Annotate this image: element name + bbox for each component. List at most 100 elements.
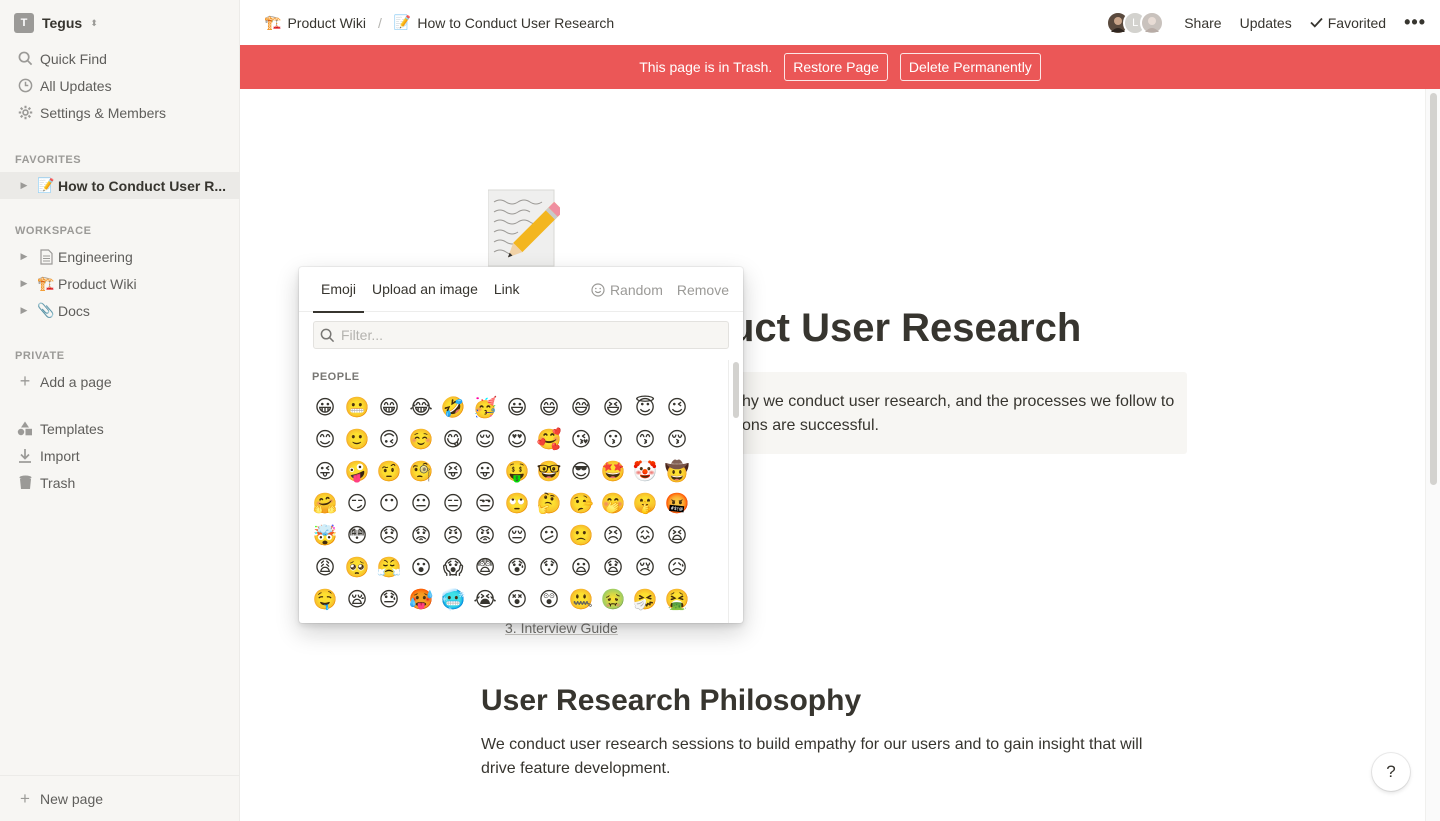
emoji-option[interactable]: 😀 — [309, 391, 341, 423]
new-page-button[interactable]: + New page — [0, 775, 240, 821]
more-options-icon[interactable]: ••• — [1404, 12, 1426, 33]
emoji-option[interactable]: 😞 — [373, 519, 405, 551]
emoji-option[interactable]: 😟 — [405, 519, 437, 551]
page-emoji-icon[interactable] — [487, 188, 564, 268]
random-button[interactable]: Random — [591, 282, 663, 298]
emoji-option[interactable]: 😍 — [501, 423, 533, 455]
sidebar-item-import[interactable]: Import — [0, 442, 240, 469]
breadcrumb-current-page[interactable]: 📝 How to Conduct User Research — [390, 12, 618, 33]
toggle-triangle-icon[interactable]: ▶ — [16, 251, 32, 262]
share-button[interactable]: Share — [1184, 15, 1221, 31]
favorited-button[interactable]: Favorited — [1310, 15, 1386, 31]
breadcrumb-product-wiki[interactable]: 🏗️ Product Wiki — [260, 12, 370, 33]
section-heading[interactable]: User Research Philosophy — [481, 684, 861, 718]
help-button[interactable]: ? — [1372, 753, 1410, 791]
emoji-option[interactable]: 🤭 — [597, 487, 629, 519]
delete-permanently-button[interactable]: Delete Permanently — [899, 53, 1041, 81]
emoji-option[interactable]: 😛 — [469, 455, 501, 487]
restore-page-button[interactable]: Restore Page — [784, 53, 888, 81]
emoji-option[interactable]: 🤢 — [597, 583, 629, 615]
picker-scrollbar-thumb[interactable] — [733, 362, 739, 418]
emoji-option[interactable]: 😲 — [533, 583, 565, 615]
emoji-option[interactable]: 🤣 — [437, 391, 469, 423]
emoji-option[interactable]: 😫 — [661, 519, 693, 551]
emoji-option[interactable]: 😜 — [309, 455, 341, 487]
emoji-option[interactable]: ☺️ — [405, 423, 437, 455]
sidebar-item-product-wiki[interactable]: ▶ 🏗️ Product Wiki — [0, 270, 240, 297]
emoji-option[interactable]: 😬 — [341, 391, 373, 423]
emoji-option[interactable]: 😃 — [501, 391, 533, 423]
sidebar-item-docs[interactable]: ▶ 📎 Docs — [0, 297, 240, 324]
emoji-option[interactable]: 😐 — [405, 487, 437, 519]
emoji-option[interactable]: 🙂 — [341, 423, 373, 455]
emoji-option[interactable]: 😧 — [597, 551, 629, 583]
emoji-option[interactable]: 😘 — [565, 423, 597, 455]
sidebar-item-favorite-page[interactable]: ▶ 📝 How to Conduct User R... — [0, 172, 240, 199]
emoji-option[interactable]: 😊 — [309, 423, 341, 455]
tab-emoji[interactable]: Emoji — [313, 267, 365, 313]
emoji-option[interactable]: 😅 — [565, 391, 597, 423]
emoji-option[interactable]: 😔 — [501, 519, 533, 551]
add-page-button[interactable]: + Add a page — [0, 368, 240, 395]
callout-text[interactable]: hy we conduct user research, and the pro… — [742, 390, 1182, 438]
emoji-option[interactable]: 🙃 — [373, 423, 405, 455]
emoji-option[interactable]: 🤥 — [565, 487, 597, 519]
emoji-option[interactable]: 🥵 — [405, 583, 437, 615]
emoji-option[interactable]: 🤓 — [533, 455, 565, 487]
emoji-option[interactable]: 🤡 — [629, 455, 661, 487]
emoji-option[interactable]: 😶 — [373, 487, 405, 519]
toggle-triangle-icon[interactable]: ▶ — [16, 180, 32, 191]
emoji-option[interactable]: 😠 — [437, 519, 469, 551]
emoji-option[interactable]: 🤫 — [629, 487, 661, 519]
emoji-option[interactable]: 😑 — [437, 487, 469, 519]
collaborator-avatars[interactable]: L — [1106, 10, 1165, 35]
emoji-option[interactable]: 😉 — [661, 391, 693, 423]
emoji-option[interactable]: 🙄 — [501, 487, 533, 519]
emoji-option[interactable]: 😚 — [661, 423, 693, 455]
emoji-option[interactable]: 🤠 — [661, 455, 693, 487]
emoji-option[interactable]: 🤗 — [309, 487, 341, 519]
emoji-option[interactable]: 🥶 — [437, 583, 469, 615]
emoji-option[interactable]: 😇 — [629, 391, 661, 423]
emoji-option[interactable]: 🥳 — [469, 391, 501, 423]
toggle-triangle-icon[interactable]: ▶ — [16, 278, 32, 289]
emoji-option[interactable]: 😵 — [501, 583, 533, 615]
picker-scrollbar[interactable] — [728, 360, 743, 623]
toggle-triangle-icon[interactable]: ▶ — [16, 305, 32, 316]
emoji-option[interactable]: 🤑 — [501, 455, 533, 487]
emoji-option[interactable]: 🤔 — [533, 487, 565, 519]
emoji-option[interactable]: 😁 — [373, 391, 405, 423]
emoji-option[interactable]: 😕 — [533, 519, 565, 551]
emoji-option[interactable]: 😤 — [373, 551, 405, 583]
emoji-option[interactable]: 😦 — [565, 551, 597, 583]
emoji-option[interactable]: 😣 — [597, 519, 629, 551]
workspace-switcher[interactable]: T Tegus ⬍ — [14, 12, 98, 34]
tab-link[interactable]: Link — [486, 267, 528, 312]
sidebar-item-templates[interactable]: Templates — [0, 415, 240, 442]
page-scrollbar[interactable] — [1425, 89, 1440, 821]
sidebar-item-trash[interactable]: Trash — [0, 469, 240, 496]
emoji-option[interactable]: 🤧 — [629, 583, 661, 615]
emoji-option[interactable]: 😄 — [533, 391, 565, 423]
tab-upload-image[interactable]: Upload an image — [364, 267, 486, 312]
emoji-option[interactable]: 😨 — [469, 551, 501, 583]
emoji-option[interactable]: 😝 — [437, 455, 469, 487]
emoji-option[interactable]: 😋 — [437, 423, 469, 455]
emoji-option[interactable]: 🥺 — [341, 551, 373, 583]
emoji-option[interactable]: 😓 — [373, 583, 405, 615]
emoji-option[interactable]: 🧐 — [405, 455, 437, 487]
sidebar-item-settings[interactable]: Settings & Members — [0, 99, 240, 126]
sidebar-item-quick-find[interactable]: Quick Find — [0, 45, 240, 72]
emoji-option[interactable]: 🤨 — [373, 455, 405, 487]
emoji-option[interactable]: 😗 — [597, 423, 629, 455]
page-scrollbar-thumb[interactable] — [1430, 93, 1437, 485]
emoji-option[interactable]: 😌 — [469, 423, 501, 455]
emoji-option[interactable]: 😒 — [469, 487, 501, 519]
emoji-option[interactable]: 🤐 — [565, 583, 597, 615]
page-title[interactable]: uct User Research — [730, 306, 1081, 351]
emoji-option[interactable]: 😥 — [661, 551, 693, 583]
emoji-option[interactable]: 🤪 — [341, 455, 373, 487]
remove-button[interactable]: Remove — [677, 282, 729, 298]
emoji-option[interactable]: 🤬 — [661, 487, 693, 519]
emoji-option[interactable]: 😯 — [533, 551, 565, 583]
